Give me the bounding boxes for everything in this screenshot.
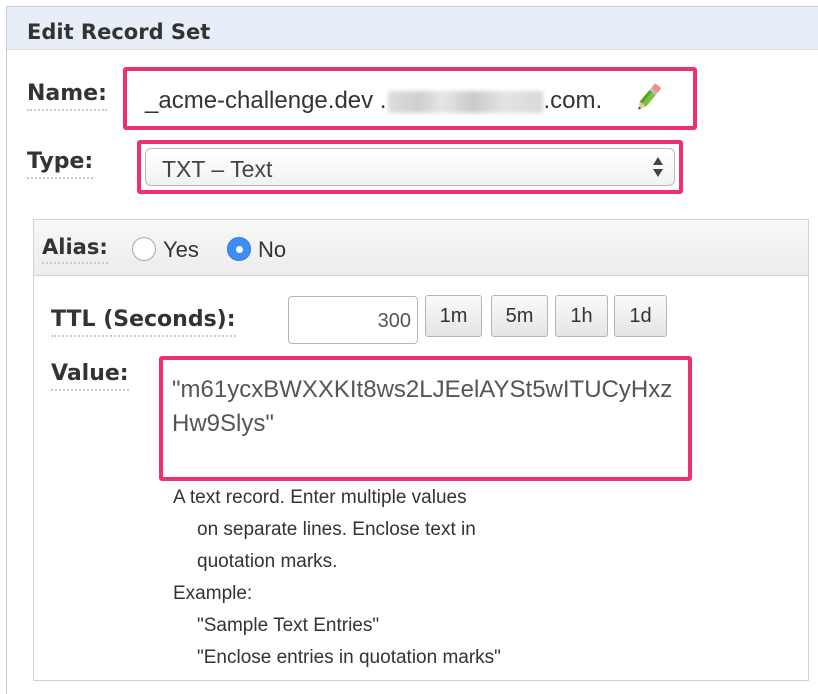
ttl-label: TTL (Seconds): <box>51 307 236 337</box>
alias-no-radio[interactable] <box>227 237 251 261</box>
edit-record-set-panel: Edit Record Set Name: _acme-challenge.de… <box>6 6 818 694</box>
name-field[interactable]: _acme-challenge.dev . .com. <box>123 67 697 130</box>
alias-yes-radio[interactable] <box>132 237 156 261</box>
help-example-label: Example: <box>173 583 253 604</box>
type-select[interactable]: TXT – Text <box>145 148 675 186</box>
pencil-icon[interactable] <box>631 81 665 115</box>
alias-no-label[interactable]: No <box>258 237 286 263</box>
value-textarea[interactable]: "m61ycxBWXXKIt8ws2LJEelAYSt5wITUCyHxzHw9… <box>159 356 692 481</box>
help-line-1: A text record. Enter multiple values <box>173 487 467 508</box>
help-example-2: "Enclose entries in quotation marks" <box>197 647 501 668</box>
type-highlight: TXT – Text <box>137 140 683 194</box>
alias-bar: Alias: Yes No <box>34 220 808 276</box>
ttl-input[interactable]: 300 <box>288 296 418 344</box>
alias-section: Alias: Yes No TTL (Seconds): 300 1m 5m 1… <box>33 219 809 681</box>
ttl-1d-button[interactable]: 1d <box>614 295 667 337</box>
redacted-domain <box>388 90 544 113</box>
panel-title: Edit Record Set <box>27 20 211 44</box>
name-value: _acme-challenge.dev . .com. <box>145 87 602 115</box>
alias-yes-label[interactable]: Yes <box>163 237 199 263</box>
type-label: Type: <box>27 149 94 179</box>
value-help-text: A text record. Enter multiple values on … <box>173 482 501 674</box>
name-label: Name: <box>27 81 107 111</box>
name-value-prefix: _acme-challenge.dev . <box>145 87 387 114</box>
help-example-1: "Sample Text Entries" <box>197 615 380 636</box>
value-label: Value: <box>51 361 129 391</box>
help-line-2: on separate lines. Enclose text in <box>197 519 476 540</box>
name-value-suffix: .com. <box>543 87 603 114</box>
ttl-value: 300 <box>377 310 411 332</box>
help-line-3: quotation marks. <box>197 551 338 572</box>
value-text: "m61ycxBWXXKIt8ws2LJEelAYSt5wITUCyHxzHw9… <box>172 376 673 437</box>
ttl-1m-button[interactable]: 1m <box>425 295 482 337</box>
ttl-5m-button[interactable]: 5m <box>491 295 548 337</box>
panel-header: Edit Record Set <box>7 7 818 50</box>
type-selected-value: TXT – Text <box>162 156 273 182</box>
ttl-1h-button[interactable]: 1h <box>555 295 608 337</box>
select-arrows-icon <box>653 157 663 177</box>
alias-label: Alias: <box>42 235 108 264</box>
